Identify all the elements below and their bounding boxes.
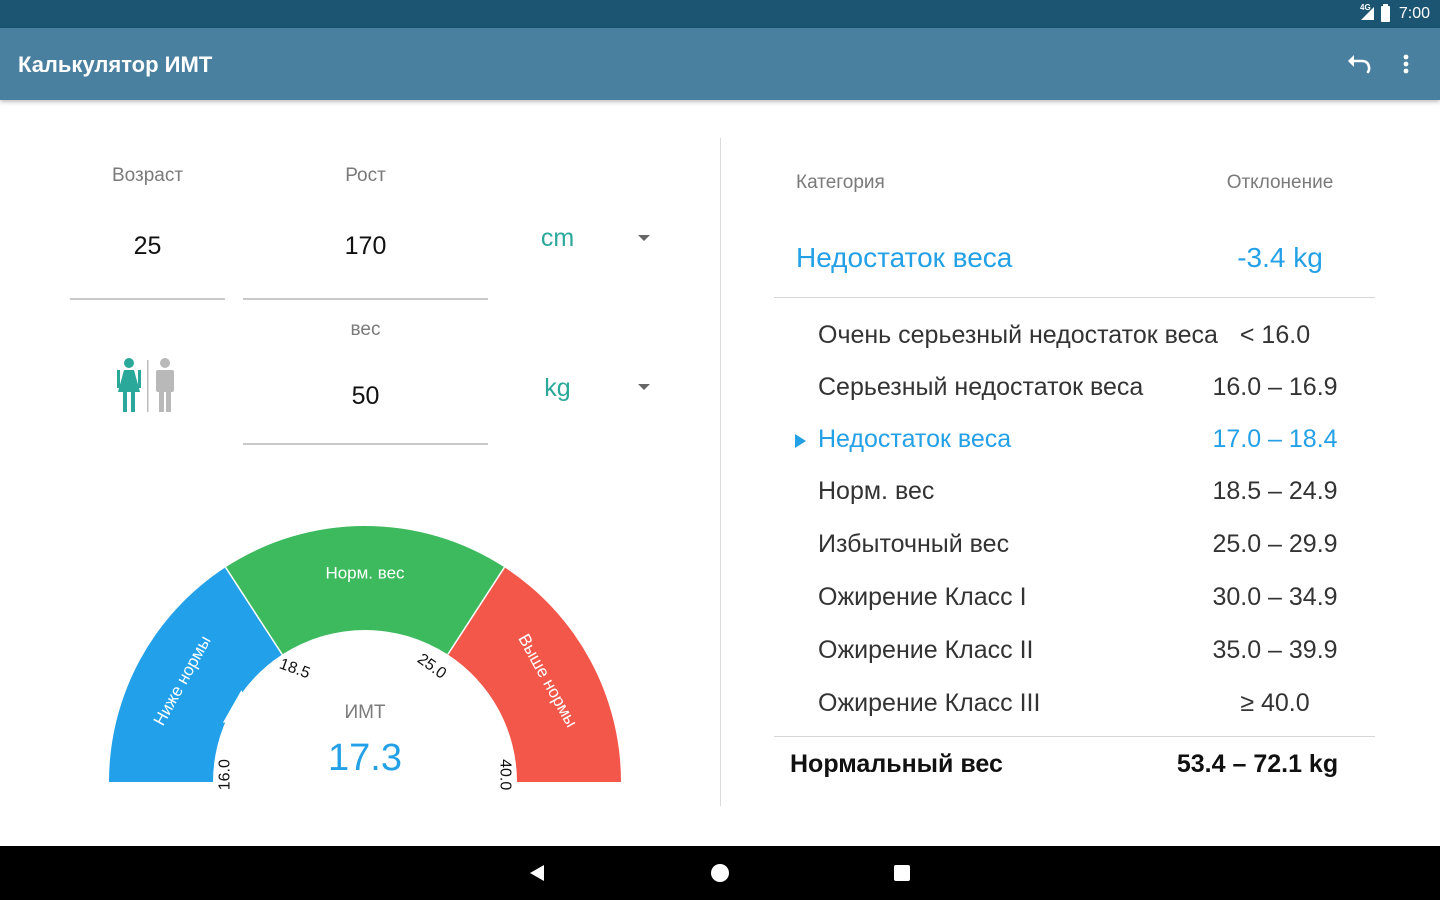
category-name: Ожирение Класс I (818, 583, 1027, 611)
chevron-down-icon[interactable] (638, 384, 650, 390)
category-row: Ожирение Класс III ≥ 40.0 (790, 683, 1350, 723)
category-row: Ожирение Класс II 35.0 – 39.9 (790, 630, 1350, 670)
more-options-button[interactable] (1392, 46, 1420, 82)
zone-label-normal: Норм. вес (325, 563, 405, 582)
height-input[interactable]: 170 (243, 232, 488, 261)
current-category: Недостаток веса (796, 242, 1013, 273)
category-range: ≥ 40.0 (1240, 689, 1310, 717)
more-vert-icon (1403, 54, 1409, 74)
category-name: Ожирение Класс III (818, 689, 1041, 717)
tick-label: 18.5 (277, 656, 312, 683)
category-range: 30.0 – 34.9 (1212, 583, 1338, 611)
panel-divider (720, 138, 721, 806)
back-button[interactable] (526, 860, 552, 886)
home-button[interactable] (707, 860, 733, 886)
normal-weight-value: 53.4 – 72.1 kg (1176, 750, 1339, 778)
category-name: Недостаток веса (818, 425, 1012, 453)
category-header: Категория (796, 172, 885, 193)
category-range: 16.0 – 16.9 (1212, 373, 1338, 401)
category-range: 25.0 – 29.9 (1212, 530, 1338, 558)
recents-square-icon (894, 865, 910, 881)
category-range: 17.0 – 18.4 (1212, 425, 1338, 453)
category-name: Серьезный недостаток веса (818, 373, 1144, 401)
age-label: Возраст (111, 165, 184, 186)
play-arrow-icon (795, 434, 806, 448)
category-row: Очень серьезный недостаток веса < 16.0 (790, 315, 1350, 355)
status-bar: 4G 7:00 (0, 0, 1440, 28)
current-deviation: -3.4 kg (1237, 242, 1323, 273)
divider (774, 297, 1375, 298)
age-underline (70, 298, 225, 300)
category-range: 35.0 – 39.9 (1212, 636, 1338, 664)
category-range: < 16.0 (1239, 321, 1311, 349)
category-row-active: Недостаток веса 17.0 – 18.4 (790, 419, 1350, 459)
bmi-gauge: Ниже нормы Норм. вес Выше нормы 16.0 18.… (109, 526, 621, 790)
category-row: Ожирение Класс I 30.0 – 34.9 (790, 577, 1350, 617)
category-range: 18.5 – 24.9 (1212, 477, 1338, 505)
weight-input[interactable]: 50 (243, 382, 488, 411)
category-row: Серьезный недостаток веса 16.0 – 16.9 (790, 367, 1350, 407)
age-input[interactable]: 25 (70, 232, 225, 261)
home-circle-icon (711, 864, 729, 882)
weight-label: вес (350, 319, 381, 340)
app-bar: Калькулятор ИМТ (0, 28, 1440, 100)
tick-label: 40.0 (497, 759, 514, 790)
category-row: Избыточный вес 25.0 – 29.9 (790, 524, 1350, 564)
tick-label: 16.0 (216, 759, 233, 790)
gender-toggle[interactable] (112, 356, 182, 414)
category-name: Очень серьезный недостаток веса (818, 321, 1218, 349)
weight-underline (243, 443, 488, 445)
navigation-bar (0, 846, 1440, 900)
normal-weight-label: Нормальный вес (790, 750, 1003, 778)
undo-icon (1348, 55, 1371, 74)
signal-icon: 4G (1360, 3, 1374, 25)
back-triangle-icon (530, 865, 544, 881)
height-label: Рост (345, 165, 386, 186)
undo-button[interactable] (1340, 46, 1376, 82)
category-row: Норм. вес 18.5 – 24.9 (790, 471, 1350, 511)
network-type: 4G (1360, 3, 1371, 12)
category-name: Ожирение Класс II (818, 636, 1034, 664)
battery-icon (1381, 4, 1390, 22)
category-name: Избыточный вес (818, 530, 1010, 558)
tick-label: 25.0 (414, 651, 449, 683)
recents-button[interactable] (889, 860, 915, 886)
bmi-label: ИМТ (344, 702, 385, 723)
weight-unit-select[interactable]: kg (505, 374, 610, 403)
category-name: Норм. вес (818, 477, 935, 505)
deviation-header: Отклонение (1226, 172, 1334, 193)
height-underline (243, 298, 488, 300)
female-male-icon (117, 358, 174, 412)
app-title: Калькулятор ИМТ (18, 52, 213, 77)
chevron-down-icon[interactable] (638, 235, 650, 241)
height-unit-select[interactable]: cm (505, 224, 610, 253)
divider (774, 736, 1375, 737)
bmi-value: 17.3 (328, 737, 402, 779)
clock: 7:00 (1398, 5, 1430, 22)
